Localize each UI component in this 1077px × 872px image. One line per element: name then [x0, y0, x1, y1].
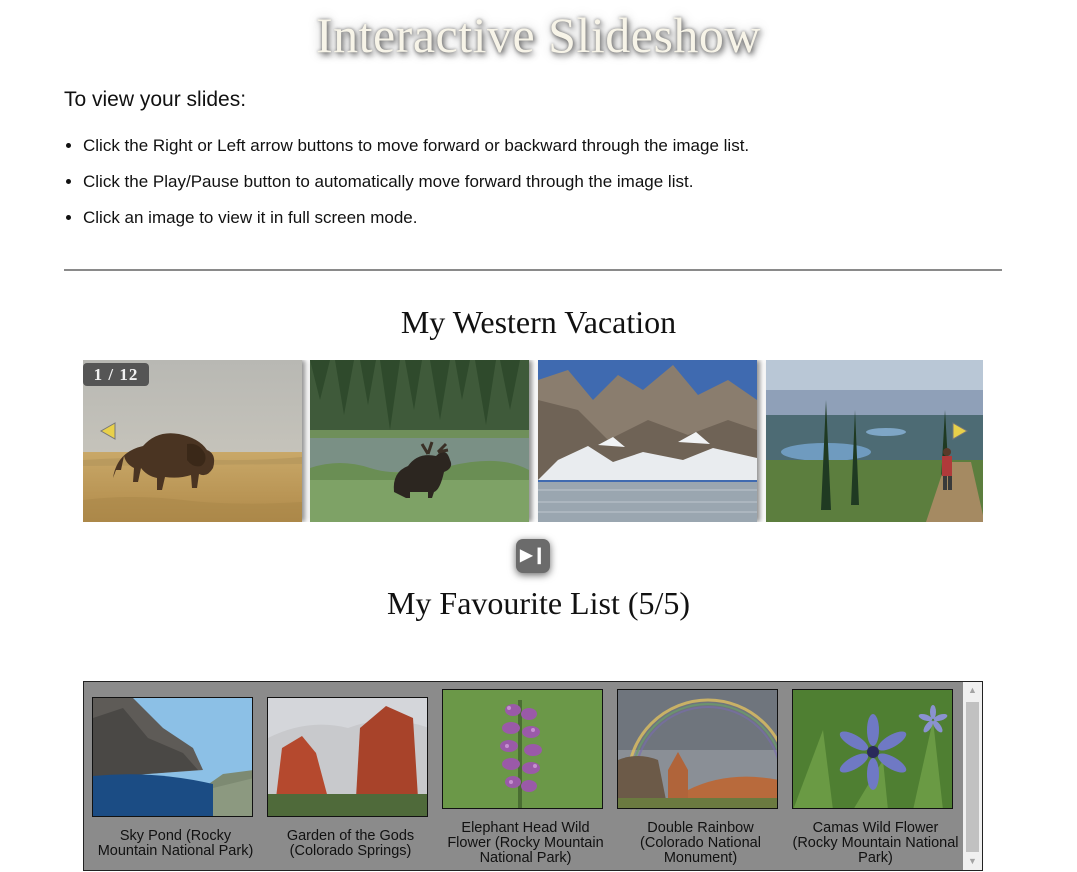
scroll-down-icon[interactable]: ▼	[963, 853, 982, 870]
favourite-item[interactable]: Sky Pond (Rocky Mountain National Park)	[88, 682, 263, 872]
favourites-list: Sky Pond (Rocky Mountain National Park) …	[83, 681, 983, 871]
favourite-caption: Garden of the Gods (Colorado Springs)	[286, 828, 415, 859]
intro-heading: To view your slides:	[64, 88, 247, 111]
instruction-item: Click an image to view it in full screen…	[83, 200, 749, 236]
scrollbar-thumb[interactable]	[966, 702, 979, 852]
triangle-right-icon[interactable]	[949, 420, 971, 442]
favourite-thumbnail[interactable]	[792, 689, 953, 809]
instruction-item: Click the Right or Left arrow buttons to…	[83, 128, 749, 164]
favourite-thumbnail[interactable]	[267, 697, 428, 817]
favourite-thumbnail[interactable]	[442, 689, 603, 809]
slideshow-title: My Western Vacation	[400, 304, 677, 340]
favourite-item[interactable]: Elephant Head Wild Flower (Rocky Mountai…	[438, 682, 613, 872]
scroll-up-icon[interactable]: ▲	[963, 682, 982, 699]
favourite-caption: Camas Wild Flower (Rocky Mountain Nation…	[792, 820, 959, 866]
favourite-caption: Double Rainbow (Colorado National Monume…	[640, 820, 761, 866]
favourites-title: My Favourite List (5/5)	[386, 585, 691, 621]
triangle-left-icon[interactable]	[97, 420, 119, 442]
favourite-item[interactable]: Double Rainbow (Colorado National Monume…	[613, 682, 788, 872]
slideshow-carousel: 1 / 12	[83, 360, 983, 522]
favourite-item[interactable]: Camas Wild Flower (Rocky Mountain Nation…	[788, 682, 963, 872]
play-pause-icon: ▶❙	[520, 547, 546, 564]
section-divider	[64, 269, 1002, 271]
favourite-item[interactable]: Garden of the Gods (Colorado Springs)	[263, 682, 438, 872]
play-pause-button[interactable]: ▶❙	[516, 539, 550, 573]
favourites-scrollbar[interactable]: ▲ ▼	[963, 682, 982, 870]
slide-image[interactable]	[310, 360, 529, 522]
instruction-list: Click the Right or Left arrow buttons to…	[64, 128, 749, 236]
favourite-caption: Sky Pond (Rocky Mountain National Park)	[97, 828, 254, 859]
instruction-item: Click the Play/Pause button to automatic…	[83, 164, 749, 200]
slide-counter: 1 / 12	[83, 363, 149, 386]
favourite-thumbnail[interactable]	[617, 689, 778, 809]
favourite-thumbnail[interactable]	[92, 697, 253, 817]
favourite-caption: Elephant Head Wild Flower (Rocky Mountai…	[447, 820, 604, 866]
page-title: Interactive Slideshow	[315, 7, 762, 63]
slide-image[interactable]	[538, 360, 757, 522]
